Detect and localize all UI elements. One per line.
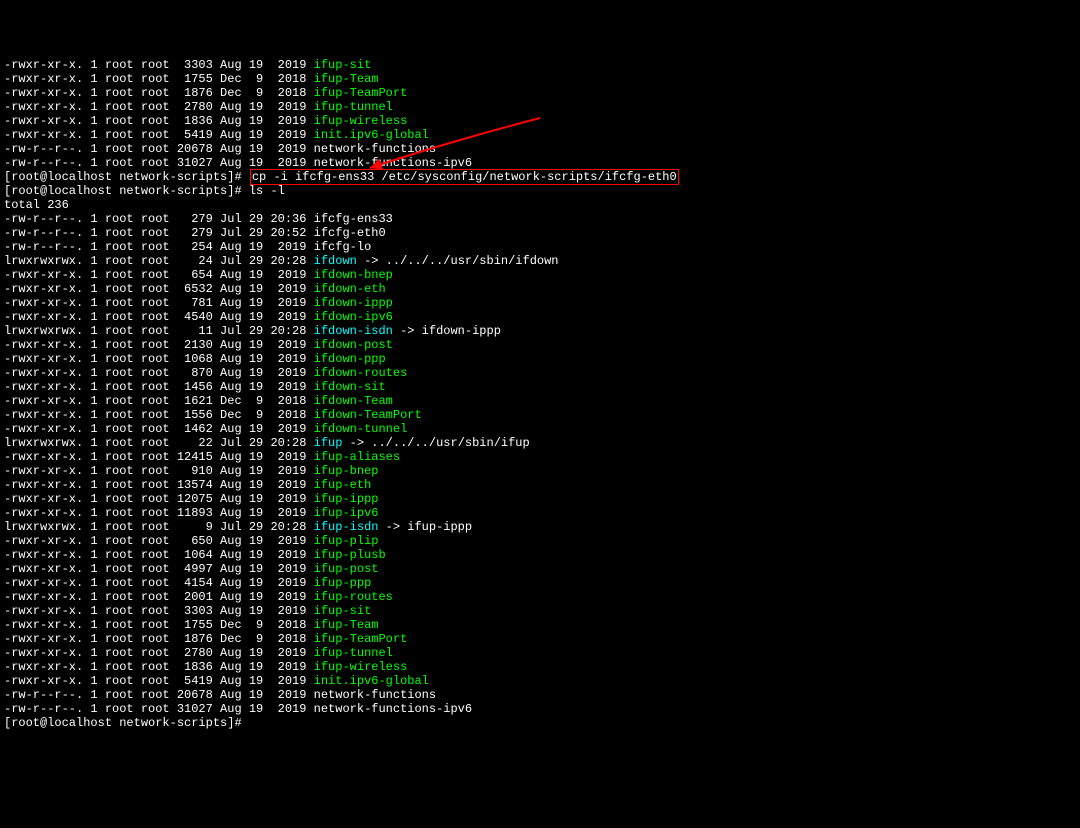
terminal-line: lrwxrwxrwx. 1 root root 9 Jul 29 20:28 i…	[4, 520, 1076, 534]
terminal-line: -rwxr-xr-x. 1 root root 5419 Aug 19 2019…	[4, 128, 1076, 142]
terminal-line: -rwxr-xr-x. 1 root root 1876 Dec 9 2018 …	[4, 632, 1076, 646]
terminal-line: -rw-r--r--. 1 root root 279 Jul 29 20:52…	[4, 226, 1076, 240]
terminal-line: -rwxr-xr-x. 1 root root 4997 Aug 19 2019…	[4, 562, 1076, 576]
terminal-line: -rwxr-xr-x. 1 root root 1064 Aug 19 2019…	[4, 548, 1076, 562]
terminal-line: -rwxr-xr-x. 1 root root 12415 Aug 19 201…	[4, 450, 1076, 464]
terminal-line: -rwxr-xr-x. 1 root root 1456 Aug 19 2019…	[4, 380, 1076, 394]
terminal-line: -rw-r--r--. 1 root root 31027 Aug 19 201…	[4, 156, 1076, 170]
terminal-line: -rwxr-xr-x. 1 root root 13574 Aug 19 201…	[4, 478, 1076, 492]
terminal-line: -rwxr-xr-x. 1 root root 2780 Aug 19 2019…	[4, 646, 1076, 660]
terminal-line: -rwxr-xr-x. 1 root root 1556 Dec 9 2018 …	[4, 408, 1076, 422]
terminal-line: -rwxr-xr-x. 1 root root 3303 Aug 19 2019…	[4, 604, 1076, 618]
terminal-line: -rw-r--r--. 1 root root 20678 Aug 19 201…	[4, 688, 1076, 702]
terminal-line: -rwxr-xr-x. 1 root root 870 Aug 19 2019 …	[4, 366, 1076, 380]
terminal-line: -rwxr-xr-x. 1 root root 12075 Aug 19 201…	[4, 492, 1076, 506]
terminal-line: -rwxr-xr-x. 1 root root 1621 Dec 9 2018 …	[4, 394, 1076, 408]
terminal-line: [root@localhost network-scripts]#	[4, 716, 1076, 730]
terminal-line: -rw-r--r--. 1 root root 254 Aug 19 2019 …	[4, 240, 1076, 254]
terminal-line: -rwxr-xr-x. 1 root root 1836 Aug 19 2019…	[4, 114, 1076, 128]
terminal-line: -rwxr-xr-x. 1 root root 1462 Aug 19 2019…	[4, 422, 1076, 436]
terminal-line: -rw-r--r--. 1 root root 31027 Aug 19 201…	[4, 702, 1076, 716]
terminal-line: -rwxr-xr-x. 1 root root 781 Aug 19 2019 …	[4, 296, 1076, 310]
terminal-line: lrwxrwxrwx. 1 root root 22 Jul 29 20:28 …	[4, 436, 1076, 450]
terminal-line: -rwxr-xr-x. 1 root root 3303 Aug 19 2019…	[4, 58, 1076, 72]
terminal-line: -rw-r--r--. 1 root root 20678 Aug 19 201…	[4, 142, 1076, 156]
highlighted-command: cp -i ifcfg-ens33 /etc/sysconfig/network…	[250, 169, 679, 185]
terminal-line: -rwxr-xr-x. 1 root root 4154 Aug 19 2019…	[4, 576, 1076, 590]
terminal-line: -rwxr-xr-x. 1 root root 2001 Aug 19 2019…	[4, 590, 1076, 604]
terminal-line: -rwxr-xr-x. 1 root root 1836 Aug 19 2019…	[4, 660, 1076, 674]
terminal-line: -rwxr-xr-x. 1 root root 1755 Dec 9 2018 …	[4, 72, 1076, 86]
terminal-line: -rwxr-xr-x. 1 root root 2780 Aug 19 2019…	[4, 100, 1076, 114]
terminal-line: total 236	[4, 198, 1076, 212]
terminal-line: lrwxrwxrwx. 1 root root 24 Jul 29 20:28 …	[4, 254, 1076, 268]
terminal-line: -rwxr-xr-x. 1 root root 1755 Dec 9 2018 …	[4, 618, 1076, 632]
terminal-line: -rwxr-xr-x. 1 root root 5419 Aug 19 2019…	[4, 674, 1076, 688]
terminal-line: -rwxr-xr-x. 1 root root 910 Aug 19 2019 …	[4, 464, 1076, 478]
terminal-line: [root@localhost network-scripts]# ls -l	[4, 184, 1076, 198]
terminal-output[interactable]: -rwxr-xr-x. 1 root root 3303 Aug 19 2019…	[4, 58, 1076, 730]
terminal-line: [root@localhost network-scripts]# cp -i …	[4, 170, 1076, 184]
terminal-line: -rwxr-xr-x. 1 root root 650 Aug 19 2019 …	[4, 534, 1076, 548]
terminal-line: -rwxr-xr-x. 1 root root 1068 Aug 19 2019…	[4, 352, 1076, 366]
terminal-line: lrwxrwxrwx. 1 root root 11 Jul 29 20:28 …	[4, 324, 1076, 338]
terminal-line: -rwxr-xr-x. 1 root root 1876 Dec 9 2018 …	[4, 86, 1076, 100]
terminal-line: -rwxr-xr-x. 1 root root 6532 Aug 19 2019…	[4, 282, 1076, 296]
terminal-line: -rwxr-xr-x. 1 root root 2130 Aug 19 2019…	[4, 338, 1076, 352]
terminal-line: -rwxr-xr-x. 1 root root 4540 Aug 19 2019…	[4, 310, 1076, 324]
terminal-line: -rwxr-xr-x. 1 root root 11893 Aug 19 201…	[4, 506, 1076, 520]
terminal-line: -rw-r--r--. 1 root root 279 Jul 29 20:36…	[4, 212, 1076, 226]
terminal-line: -rwxr-xr-x. 1 root root 654 Aug 19 2019 …	[4, 268, 1076, 282]
